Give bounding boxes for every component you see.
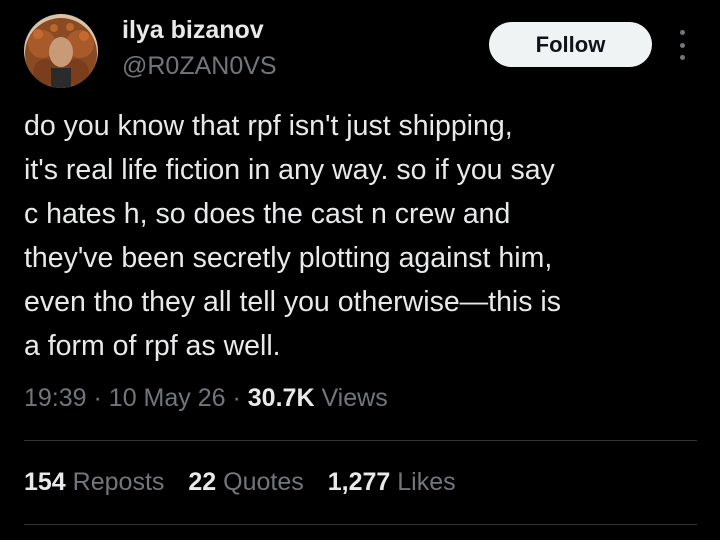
tweet-line: it's real life fiction in any way. so if… (24, 154, 555, 186)
tweet-time[interactable]: 19:39 (24, 384, 87, 412)
quotes-stat[interactable]: 22 Quotes (188, 468, 303, 497)
more-dot (679, 30, 685, 35)
avatar[interactable] (24, 14, 98, 88)
tweet-line: a form of rpf as well. (24, 330, 281, 362)
reposts-label: Reposts (72, 468, 165, 496)
quotes-label: Quotes (223, 468, 304, 496)
reposts-count: 154 (24, 468, 66, 496)
more-dot (679, 42, 685, 48)
views-label: Views (321, 384, 388, 412)
more-dot (679, 55, 685, 60)
tweet-meta: 19:39 · 10 May 26 · 30.7K Views (24, 384, 388, 413)
user-handle[interactable]: @R0ZAN0VS (122, 52, 277, 81)
views-count: 30.7K (247, 384, 315, 412)
tweet-line: c hates h, so does the cast n crew and (24, 198, 511, 230)
likes-label: Likes (397, 468, 456, 496)
avatar-image (24, 14, 98, 88)
divider (24, 524, 697, 525)
engagement-stats: 154 Reposts 22 Quotes 1,277 Likes (24, 468, 480, 497)
divider (24, 440, 697, 441)
meta-separator: · (93, 384, 102, 412)
tweet-line: do you know that rpf isn't just shipping… (24, 110, 513, 142)
reposts-stat[interactable]: 154 Reposts (24, 468, 164, 497)
quotes-count: 22 (188, 468, 217, 496)
follow-button[interactable]: Follow (489, 22, 652, 67)
meta-separator: · (232, 384, 241, 412)
likes-stat[interactable]: 1,277 Likes (328, 468, 456, 497)
tweet-line: they've been secretly plotting against h… (24, 242, 553, 274)
tweet-date[interactable]: 10 May 26 (109, 384, 226, 412)
more-vertical-icon[interactable] (671, 30, 693, 60)
tweet-text: do you know that rpf isn't just shipping… (24, 104, 704, 368)
display-name[interactable]: ilya bizanov (122, 16, 264, 45)
likes-count: 1,277 (327, 468, 391, 496)
tweet-line: even tho they all tell you otherwise—thi… (24, 286, 562, 318)
